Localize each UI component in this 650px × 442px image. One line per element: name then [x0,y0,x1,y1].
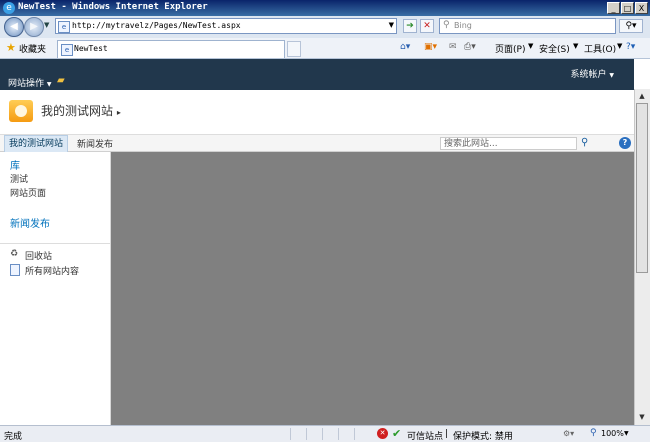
mail-icon[interactable]: ✉ [449,42,457,52]
status-pane [338,428,355,440]
system-account-label: 系统帐户 [570,70,607,80]
tab-title: NewTest [74,44,108,53]
status-bar: 完成 ✕ ✔ 可信站点 | 保护模式: 禁用 ⚙▾ ⚲ 100% ▼ [0,425,650,442]
system-account-menu[interactable]: 系统帐户 ▼ [570,67,614,80]
zoom-chevron-icon[interactable]: ▼ [624,430,629,437]
ie-logo-icon: e [3,2,15,14]
tools-menu[interactable]: 工具(O) [584,42,616,55]
vertical-scrollbar[interactable]: ▲ ▼ [634,89,650,425]
minimize-button[interactable]: _ [607,2,620,14]
quicklaunch-heading-news[interactable]: 新闻发布 [10,215,50,230]
forward-button[interactable]: ▶ [24,17,44,37]
window-title: NewTest - Windows Internet Explorer [18,2,208,12]
page-icon: e [58,21,70,33]
breadcrumb-arrow-icon[interactable]: ▸ [117,108,121,117]
status-pane [322,428,339,440]
address-field[interactable]: e http://mytravelz/Pages/NewTest.aspx ▼ [55,18,397,34]
all-content-icon [10,264,20,276]
help-circle-icon[interactable]: ? [619,137,631,149]
help-icon[interactable]: ?▾ [626,42,635,52]
search-button[interactable]: ⚲▾ [619,19,643,33]
print-icon[interactable]: ⎙▾ [464,42,476,52]
feeds-icon[interactable]: ▣▾ [424,42,437,52]
go-icon[interactable]: ➔ [403,19,417,33]
search-field-icon: ⚲ [443,20,450,30]
quick-launch: 库 测试 网站页面 新闻发布 ♻ 回收站 所有网站内容 [0,152,111,425]
scroll-down-icon[interactable]: ▼ [636,411,648,423]
logo-people-icon [15,105,27,117]
main-content-area [111,152,634,425]
scroll-up-icon[interactable]: ▲ [636,90,648,102]
new-tab-button[interactable] [287,41,301,57]
site-search-input[interactable]: 搜索此网站... [440,137,577,150]
home-icon[interactable]: ⌂▾ [400,42,410,52]
site-title[interactable]: 我的测试网站 ▸ [41,102,121,119]
protected-mode-label[interactable]: 保护模式: 禁用 [453,429,513,442]
stop-icon[interactable]: ✕ [420,19,434,33]
favorites-bar: ★ 收藏夹 e NewTest ⌂▾ ▣▾ ✉ ⎙▾ 页面(P) ▼ 安全(S)… [0,38,650,59]
page-menu[interactable]: 页面(P) [495,42,525,55]
topnav-item-news[interactable]: 新闻发布 [77,137,113,150]
status-separator: | [445,429,449,439]
blocked-icon[interactable]: ✕ [377,428,388,439]
title-bar: e NewTest - Windows Internet Explorer _ … [0,0,650,16]
status-pane [354,428,371,440]
search-placeholder: Bing [454,21,472,30]
trusted-check-icon: ✔ [392,427,402,440]
zoom-level[interactable]: 100% [601,429,624,438]
quicklaunch-heading-libraries[interactable]: 库 [10,157,20,172]
tools-menu-chevron-icon: ▼ [617,42,623,50]
top-navigation: 我的测试网站 新闻发布 搜索此网站... ⚲ ? [0,134,634,152]
scroll-thumb[interactable] [636,103,648,273]
page-menu-chevron-icon: ▼ [528,42,534,50]
close-window-button[interactable]: X [635,2,648,14]
site-logo-icon[interactable] [9,100,33,122]
status-pane [290,428,307,440]
site-actions-menu[interactable]: 网站操作 ▼ [8,76,52,89]
zone-label[interactable]: 可信站点 [407,429,443,442]
safety-menu-chevron-icon: ▼ [573,42,579,50]
site-actions-label: 网站操作 [8,79,45,89]
quicklaunch-divider [0,243,110,244]
recent-pages-dropdown-icon[interactable]: ▼ [44,21,49,29]
safety-menu[interactable]: 安全(S) [539,42,570,55]
browser-tab[interactable]: e NewTest [57,40,285,58]
site-title-label: 我的测试网站 [41,104,114,118]
system-account-chevron-icon: ▼ [609,72,614,79]
status-pane [306,428,323,440]
back-button[interactable]: ◀ [4,17,24,37]
quicklaunch-item[interactable]: 测试 [10,172,28,185]
favorites-button[interactable]: 收藏夹 [19,42,46,55]
maximize-button[interactable]: □ [621,2,634,14]
address-url: http://mytravelz/Pages/NewTest.aspx [72,21,241,30]
recycle-bin-link[interactable]: 回收站 [25,249,52,262]
tab-page-icon: e [61,44,73,56]
all-site-content-link[interactable]: 所有网站内容 [25,264,79,277]
site-header: 我的测试网站 ▸ [0,90,634,134]
status-text: 完成 [4,432,23,442]
favorites-star-icon[interactable]: ★ [6,41,16,54]
zone-settings-icon[interactable]: ⚙▾ [563,429,574,438]
search-input[interactable]: ⚲ Bing [439,18,616,34]
address-dropdown-icon[interactable]: ▼ [389,21,394,29]
navigation-bar: ◀ ▶ ▼ e http://mytravelz/Pages/NewTest.a… [0,16,650,38]
recycle-bin-icon: ♻ [10,249,19,259]
topnav-item-home[interactable]: 我的测试网站 [4,135,69,152]
site-search-icon[interactable]: ⚲ [581,137,588,148]
sharepoint-ribbon: 网站操作 ▼ ▰ 系统帐户 ▼ [0,59,634,90]
quicklaunch-item[interactable]: 网站页面 [10,186,46,199]
zoom-icon[interactable]: ⚲ [590,428,597,438]
site-actions-chevron-icon: ▼ [46,81,52,88]
navigate-up-icon[interactable]: ▰ [57,75,65,86]
